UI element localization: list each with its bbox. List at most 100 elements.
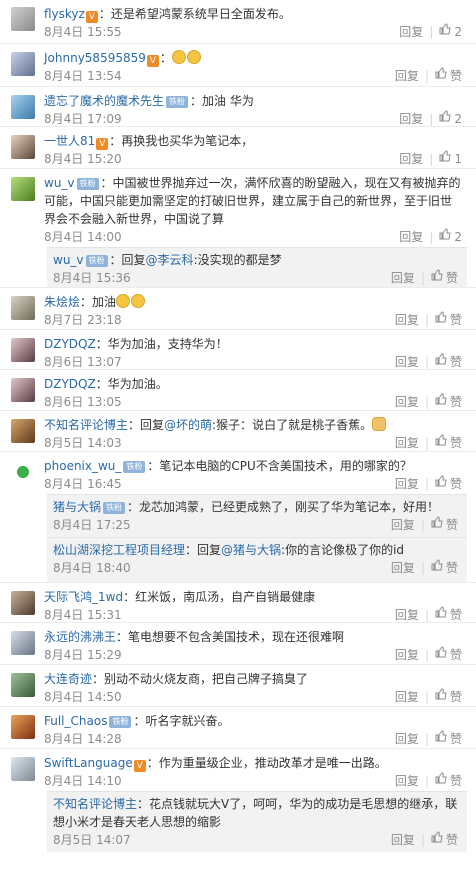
reply-button[interactable]: 回复 [395,311,419,329]
thumbs-up-icon[interactable] [439,110,451,122]
username-link[interactable]: 一世人81 [44,134,95,148]
thumbs-up-icon[interactable] [431,831,443,843]
reply-button[interactable]: 回复 [391,516,415,534]
thumbs-up-icon[interactable] [431,516,443,528]
like-button-label[interactable]: 赞 [446,559,458,577]
mention-link[interactable]: @坏的萌 [164,418,212,432]
avatar[interactable] [11,757,35,781]
reply-button[interactable]: 回复 [395,475,419,493]
thumbs-up-icon[interactable] [431,559,443,571]
username-link[interactable]: 不知名评论博主 [53,797,137,811]
reply-button[interactable]: 回复 [395,67,419,85]
reply-text: ：回复 [109,253,146,267]
thumbs-up-icon[interactable] [435,353,447,365]
reply-button[interactable]: 回复 [399,150,423,168]
reply-button[interactable]: 回复 [391,269,415,287]
username-link[interactable]: 不知名评论博主 [44,418,128,432]
reply-button[interactable]: 回复 [395,434,419,452]
comment-item: 遗忘了魔术的魔术先生 铁粉 ：加油 华为 8月4日 17:09 回复 | 2 [0,87,476,127]
like-button-label[interactable]: 赞 [446,516,458,534]
reply-button[interactable]: 回复 [395,606,419,624]
thumbs-up-icon[interactable] [435,688,447,700]
comment-text: ：笔电想要不包含美国技术，现在还很难啊 [116,630,345,644]
avatar[interactable] [11,338,35,362]
reply-button[interactable]: 回复 [399,110,423,128]
like-button-label[interactable]: 赞 [450,730,462,748]
thumbs-up-icon[interactable] [435,475,447,487]
like-button-label[interactable]: 赞 [450,67,462,85]
like-button-label[interactable]: 赞 [450,311,462,329]
reply-button[interactable]: 回复 [391,831,415,849]
separator: | [424,436,429,450]
like-button-label[interactable]: 赞 [446,831,458,849]
fan-badge-icon: 铁粉 [166,96,189,108]
timestamp: 8月4日 15:31 [44,608,122,622]
mention-link[interactable]: @猪与大锅 [221,543,281,557]
username-link[interactable]: flyskyz [44,7,85,21]
username-link[interactable]: 天际飞鸿_1wd [44,590,123,604]
username-link[interactable]: wu_v [44,176,75,190]
avatar[interactable] [11,591,35,615]
reply-button[interactable]: 回复 [395,353,419,371]
reply-button[interactable]: 回复 [391,559,415,577]
avatar[interactable] [11,52,35,76]
like-button-label[interactable]: 赞 [450,475,462,493]
avatar[interactable] [11,95,35,119]
avatar[interactable] [11,378,35,402]
username-link[interactable]: Full_Chaos [44,714,107,728]
mention-link[interactable]: @李云科 [146,253,194,267]
like-button-label[interactable]: 赞 [450,606,462,624]
reply-button[interactable]: 回复 [395,393,419,411]
username-link[interactable]: wu_v [53,253,84,267]
comment-text: ：华为加油，支持华为！ [95,337,228,351]
username-link[interactable]: SwiftLanguage [44,756,133,770]
thumbs-up-icon[interactable] [431,269,443,281]
username-link[interactable]: 永远的沸沸王 [44,630,116,644]
username-link[interactable]: 朱烩烩 [44,295,80,309]
reply-button[interactable]: 回复 [395,730,419,748]
comment-item: DZYDQZ：华为加油。 8月6日 13:05 回复 | 赞 [0,370,476,411]
thumbs-up-icon[interactable] [439,23,451,35]
thumbs-up-icon[interactable] [435,393,447,405]
avatar[interactable] [11,296,35,320]
smiley-emoji-icon [186,50,201,64]
username-link[interactable]: 松山湖深挖工程项目经理 [53,543,185,557]
avatar[interactable] [11,7,35,31]
username-link[interactable]: 大连奇迹 [44,672,92,686]
username-link[interactable]: DZYDQZ [44,377,96,391]
thumbs-up-icon[interactable] [435,646,447,658]
comment-item: 不知名评论博主：回复@坏的萌:猴子：说白了就是桃子香蕉。 8月5日 14:03 … [0,411,476,452]
username-link[interactable]: Johnny58595859 [44,51,146,65]
like-button-label[interactable]: 赞 [450,353,462,371]
avatar[interactable] [11,631,35,655]
avatar[interactable] [11,460,35,484]
like-button-label[interactable]: 赞 [450,688,462,706]
username-link[interactable]: phoenix_wu_ [44,459,121,473]
thumbs-up-icon[interactable] [435,772,447,784]
thumbs-up-icon[interactable] [435,311,447,323]
avatar[interactable] [11,673,35,697]
thumbs-up-icon[interactable] [435,67,447,79]
avatar[interactable] [11,419,35,443]
username-link[interactable]: 遗忘了魔术的魔术先生 [44,94,164,108]
username-link[interactable]: DZYDQZ [44,337,96,351]
avatar[interactable] [11,135,35,159]
thumbs-up-icon[interactable] [439,228,451,240]
avatar[interactable] [11,177,35,201]
reply-button[interactable]: 回复 [399,228,423,246]
thumbs-up-icon[interactable] [435,434,447,446]
reply-button[interactable]: 回复 [395,772,419,790]
reply-button[interactable]: 回复 [395,688,419,706]
like-button-label[interactable]: 赞 [450,393,462,411]
like-button-label[interactable]: 赞 [450,434,462,452]
like-button-label[interactable]: 赞 [450,646,462,664]
reply-button[interactable]: 回复 [399,23,423,41]
thumbs-up-icon[interactable] [439,150,451,162]
avatar[interactable] [11,715,35,739]
thumbs-up-icon[interactable] [435,730,447,742]
reply-button[interactable]: 回复 [395,646,419,664]
username-link[interactable]: 猪与大锅 [53,500,101,514]
like-button-label[interactable]: 赞 [446,269,458,287]
thumbs-up-icon[interactable] [435,606,447,618]
like-button-label[interactable]: 赞 [450,772,462,790]
